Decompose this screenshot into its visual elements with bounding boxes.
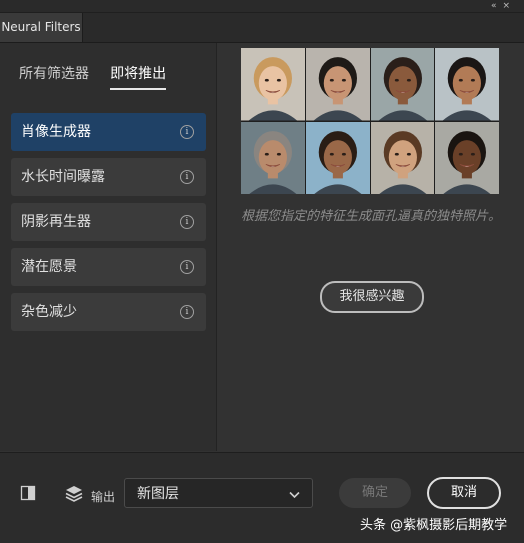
- filter-item-latent-vision[interactable]: 潜在愿景 i: [11, 248, 206, 286]
- layers-icon: [64, 484, 84, 508]
- close-icon[interactable]: ×: [502, 1, 516, 11]
- filter-item-noise-reduction[interactable]: 杂色减少 i: [11, 293, 206, 331]
- portrait-thumbnail: [370, 48, 435, 121]
- chevron-down-icon: [289, 479, 300, 509]
- portrait-thumbnail: [435, 48, 499, 121]
- title-strip: «×: [0, 0, 524, 13]
- collapse-icon[interactable]: «: [491, 1, 503, 11]
- filter-item-label: 阴影再生器: [21, 214, 91, 230]
- watermark-text: 头条 @紫枫摄影后期教学: [360, 518, 508, 533]
- cancel-button[interactable]: 取消: [427, 477, 501, 509]
- filter-item-label: 肖像生成器: [21, 124, 91, 140]
- portrait-preview-grid: [241, 48, 499, 194]
- panel-tabbar: Neural Filters: [0, 13, 524, 43]
- filter-detail-pane: 根据您指定的特征生成面孔逼真的独特照片。 我很感兴趣: [217, 43, 524, 451]
- filter-description: 根据您指定的特征生成面孔逼真的独特照片。: [241, 209, 502, 224]
- filter-sidebar: 所有筛选器 即将推出 肖像生成器 i 水长时间曝露 i 阴影再生器 i 潜在愿景…: [0, 43, 217, 451]
- filter-item-shadow-regenerator[interactable]: 阴影再生器 i: [11, 203, 206, 241]
- output-select[interactable]: 新图层: [124, 478, 313, 508]
- info-icon[interactable]: i: [180, 260, 194, 274]
- filter-item-label: 杂色减少: [21, 304, 77, 320]
- filter-category-tabs: 所有筛选器 即将推出: [19, 63, 182, 93]
- info-icon[interactable]: i: [180, 125, 194, 139]
- ok-button[interactable]: 确定: [339, 478, 411, 508]
- tab-neural-filters[interactable]: Neural Filters: [0, 13, 83, 42]
- interested-button[interactable]: 我很感兴趣: [320, 281, 424, 313]
- portrait-thumbnail: [435, 121, 499, 194]
- portrait-thumbnail: [305, 48, 370, 121]
- tab-all-filters[interactable]: 所有筛选器: [19, 63, 89, 88]
- info-icon[interactable]: i: [180, 305, 194, 319]
- tab-upcoming[interactable]: 即将推出: [110, 63, 167, 90]
- filter-item-long-exposure[interactable]: 水长时间曝露 i: [11, 158, 206, 196]
- output-label: 输出: [91, 490, 116, 504]
- info-icon[interactable]: i: [180, 170, 194, 184]
- info-icon[interactable]: i: [180, 215, 194, 229]
- footer-bar: 输出 新图层 确定 取消 头条 @紫枫摄影后期教学: [0, 452, 524, 543]
- portrait-thumbnail: [370, 121, 435, 194]
- filter-list: 肖像生成器 i 水长时间曝露 i 阴影再生器 i 潜在愿景 i 杂色减少 i: [11, 113, 206, 338]
- panel-controls[interactable]: «×: [491, 0, 516, 12]
- portrait-thumbnail: [305, 121, 370, 194]
- split-view-icon[interactable]: [20, 485, 36, 505]
- filter-item-portrait-generator[interactable]: 肖像生成器 i: [11, 113, 206, 151]
- portrait-thumbnail: [241, 48, 305, 121]
- portrait-thumbnail: [241, 121, 305, 194]
- filter-item-label: 水长时间曝露: [21, 169, 105, 185]
- filter-item-label: 潜在愿景: [21, 259, 77, 275]
- output-select-value: 新图层: [137, 486, 179, 502]
